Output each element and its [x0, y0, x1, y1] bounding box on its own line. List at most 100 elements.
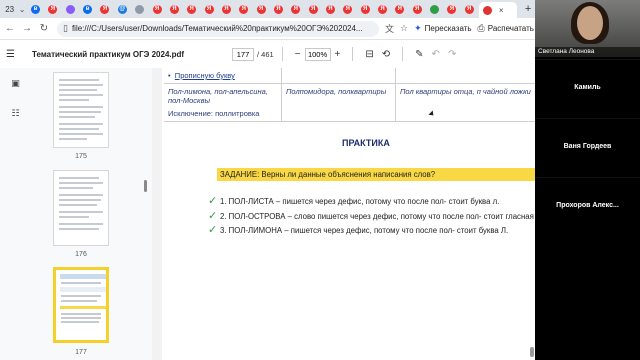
participant-name: Камиль	[574, 84, 601, 91]
redo-icon[interactable]: ↷	[448, 49, 456, 60]
table-cell-text: Исключение: поллитровка	[168, 109, 260, 118]
zoom-in-icon[interactable]: +	[335, 49, 341, 60]
tab-generic-2[interactable]	[132, 2, 147, 16]
zoom-input[interactable]: 100%	[304, 47, 331, 61]
participant-tile[interactable]: Ваня Гордеев	[535, 118, 640, 176]
document-title: Тематический практикум ОГЭ 2024.pdf	[32, 49, 185, 59]
participants-panel: Светлана Леонова Камиль Ваня Гордеев Про…	[535, 0, 640, 360]
tab-yandex-18[interactable]: Я	[410, 2, 425, 16]
reload-icon[interactable]: ↻	[37, 22, 51, 36]
thumbnail-page-175[interactable]	[53, 72, 109, 148]
tab-generic-1[interactable]	[63, 2, 78, 16]
pdf-toolbar: ☰ Тематический практикум ОГЭ 2024.pdf 17…	[0, 40, 535, 68]
tab-vk-1[interactable]: в	[28, 2, 43, 16]
yandex-icon: Я	[377, 4, 387, 14]
yandex-icon: Я	[273, 4, 283, 14]
tab-yandex-2[interactable]: Я	[97, 2, 112, 16]
retell-button[interactable]: ✦ Пересказать	[414, 21, 471, 37]
thumbnail-page-176[interactable]	[53, 170, 109, 246]
new-tab-button[interactable]: +	[521, 3, 534, 15]
outline-view-icon[interactable]: ☷	[10, 108, 21, 118]
table-row: • Прописную букву	[164, 68, 535, 84]
url-text: file:///C:/Users/user/Downloads/Тематиче…	[71, 24, 363, 33]
translate-icon[interactable]: 文	[385, 22, 394, 35]
tab-yandex-14[interactable]: Я	[340, 2, 355, 16]
yandex-icon: Я	[343, 4, 353, 14]
tab-yandex-16[interactable]: Я	[375, 2, 390, 16]
yandex-icon: Я	[360, 4, 370, 14]
print-label: Распечатать	[487, 24, 534, 33]
participant-tile-self[interactable]: Светлана Леонова	[535, 0, 640, 57]
page-number-input[interactable]: 177	[232, 47, 254, 61]
tab-yandex-12[interactable]: Я	[305, 2, 320, 16]
tab-yandex-6[interactable]: Я	[201, 2, 216, 16]
tab-yandex-8[interactable]: Я	[236, 2, 251, 16]
bookmark-star-icon[interactable]: ☆	[400, 23, 408, 34]
thumbnail-page-177-selected[interactable]	[53, 267, 109, 343]
menu-icon[interactable]: ☰	[6, 49, 24, 60]
retell-label: Пересказать	[424, 24, 472, 33]
tab-yandex-5[interactable]: Я	[184, 2, 199, 16]
tab-yandex-7[interactable]: Я	[219, 2, 234, 16]
tab-mail[interactable]: @	[115, 2, 130, 16]
close-tab-icon[interactable]: ×	[499, 6, 504, 15]
document-scrollbar[interactable]	[530, 347, 534, 357]
draw-icon[interactable]: ✎	[415, 49, 423, 60]
yandex-icon: Я	[308, 4, 318, 14]
tab-yandex-13[interactable]: Я	[323, 2, 338, 16]
pdf-page: • Прописную букву Пол-лимона, пол-апельс…	[162, 68, 535, 360]
tab-vk-2[interactable]: в	[80, 2, 95, 16]
tab-yandex-4[interactable]: Я	[167, 2, 182, 16]
page-icon	[65, 4, 75, 14]
back-icon[interactable]: ←	[3, 22, 17, 36]
tab-yandex-11[interactable]: Я	[288, 2, 303, 16]
retell-icon: ✦	[414, 23, 422, 33]
tab-strip: 23 ⌄ в Я в Я @ Я Я Я Я Я Я Я Я Я Я Я Я Я…	[0, 0, 535, 18]
file-icon: ▯	[63, 23, 68, 33]
tab-yandex-3[interactable]: Я	[149, 2, 164, 16]
yandex-icon: Я	[169, 4, 179, 14]
table-cell	[396, 68, 535, 83]
participant-tile[interactable]: Прохоров Алекс...	[535, 177, 640, 235]
yandex-icon: Я	[204, 4, 214, 14]
tab-yandex-20[interactable]: Я	[462, 2, 477, 16]
thumbnail-label: 176	[75, 251, 87, 258]
forward-icon[interactable]: →	[20, 22, 34, 36]
yandex-icon: Я	[100, 4, 110, 14]
browser-window: 23 ⌄ в Я в Я @ Я Я Я Я Я Я Я Я Я Я Я Я Я…	[0, 0, 535, 360]
tab-yandex-15[interactable]: Я	[357, 2, 372, 16]
page-icon	[430, 4, 440, 14]
pdf-icon	[482, 5, 492, 15]
toolbar-divider	[352, 47, 354, 61]
yandex-icon: Я	[256, 4, 266, 14]
tab-yandex-1[interactable]: Я	[45, 2, 60, 16]
print-button[interactable]: ⎙ Распечатать	[478, 21, 534, 37]
tab-yandex-17[interactable]: Я	[392, 2, 407, 16]
screen: 23 ⌄ в Я в Я @ Я Я Я Я Я Я Я Я Я Я Я Я Я…	[0, 0, 640, 360]
undo-icon[interactable]: ↶	[432, 49, 440, 60]
rules-table: • Прописную букву Пол-лимона, пол-апельс…	[164, 68, 535, 122]
fit-page-icon[interactable]: ⊟	[365, 49, 373, 60]
participant-tile[interactable]: Камиль	[535, 59, 640, 117]
tab-yandex-19[interactable]: Я	[444, 2, 459, 16]
rotate-icon[interactable]: ⟲	[382, 49, 390, 60]
toolbar-divider	[281, 47, 283, 61]
sidebar-scrollbar[interactable]	[144, 180, 147, 192]
mail-icon: @	[117, 4, 127, 14]
yandex-icon: Я	[325, 4, 335, 14]
document-viewport: • Прописную букву Пол-лимона, пол-апельс…	[152, 68, 535, 360]
yandex-icon: Я	[239, 4, 249, 14]
zoom-out-icon[interactable]: −	[295, 49, 301, 60]
thumbnails-view-icon[interactable]: ▣	[10, 78, 21, 88]
tab-count-button[interactable]: 23	[2, 2, 17, 16]
tab-yandex-9[interactable]: Я	[253, 2, 268, 16]
tab-active-pdf[interactable]: ×	[478, 2, 518, 18]
yandex-icon: Я	[221, 4, 231, 14]
yandex-icon: Я	[412, 4, 422, 14]
chevron-down-icon[interactable]: ⌄	[17, 5, 27, 14]
tab-yandex-10[interactable]: Я	[271, 2, 286, 16]
participant-name: Светлана Леонова	[535, 47, 640, 57]
url-field[interactable]: ▯ file:///C:/Users/user/Downloads/Темати…	[57, 20, 379, 37]
tab-generic-3[interactable]	[427, 2, 442, 16]
table-cell	[282, 68, 396, 83]
